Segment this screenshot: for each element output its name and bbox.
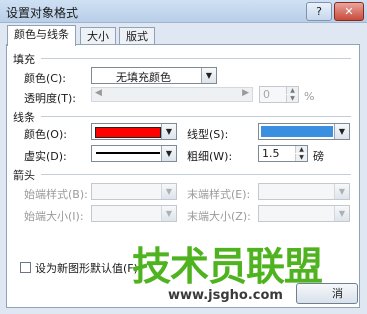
- tab-size[interactable]: 大小: [80, 27, 116, 45]
- line-color-dropdown[interactable]: ▼: [91, 123, 177, 140]
- chevron-down-icon: ▼: [161, 146, 176, 161]
- fill-divider: [41, 58, 351, 59]
- cancel-button-label: 消: [332, 287, 343, 300]
- line-divider: [41, 116, 351, 117]
- line-section-label: 线条: [13, 111, 35, 124]
- spin-up-icon[interactable]: ▲: [295, 146, 307, 153]
- close-button[interactable]: ✕: [334, 2, 364, 21]
- fill-color-value: 无填充颜色: [116, 71, 171, 84]
- begin-style-dropdown[interactable]: ▼: [91, 183, 177, 200]
- set-default-label[interactable]: 设为新图形默认值(F): [35, 260, 138, 276]
- spin-down-icon[interactable]: ▼: [286, 95, 298, 102]
- chevron-down-icon: ▼: [161, 184, 176, 199]
- fill-color-dropdown[interactable]: 无填充颜色 ▼: [91, 67, 217, 84]
- line-style-dropdown[interactable]: ▼: [258, 123, 350, 140]
- weight-value: 1.5: [262, 147, 280, 160]
- fill-section-label: 填充: [13, 53, 35, 66]
- line-color-label: 颜色(O):: [24, 128, 67, 141]
- end-style-label: 末端样式(E):: [187, 188, 251, 201]
- dash-line-preview: [96, 152, 160, 154]
- chevron-down-icon: ▼: [201, 68, 216, 83]
- line-style-swatch: [261, 126, 333, 137]
- arrows-divider: [41, 174, 351, 175]
- fill-color-label: 颜色(C):: [24, 72, 66, 85]
- transparency-label: 透明度(T):: [24, 92, 77, 105]
- begin-size-dropdown[interactable]: ▼: [91, 205, 177, 222]
- weight-input[interactable]: 1.5 ▲ ▼: [258, 145, 308, 162]
- begin-size-label: 始端大小(I):: [24, 210, 84, 223]
- spin-down-icon[interactable]: ▼: [295, 154, 307, 161]
- end-size-label: 末端大小(Z):: [187, 210, 251, 223]
- spin-up-icon[interactable]: ▲: [286, 87, 298, 94]
- weight-unit: 磅: [313, 150, 324, 163]
- arrows-section-label: 箭头: [13, 169, 35, 182]
- chevron-down-icon: ▼: [161, 124, 176, 139]
- begin-style-label: 始端样式(B):: [24, 188, 88, 201]
- transparency-input[interactable]: 0 ▲ ▼: [259, 86, 299, 103]
- chevron-down-icon: ▼: [334, 206, 349, 221]
- transparency-unit: %: [304, 90, 315, 103]
- watermark-url: www.jsgho.com: [168, 288, 283, 303]
- transparency-slider[interactable]: ◀ ▶: [91, 87, 253, 102]
- window-title: 设置对象格式: [6, 6, 79, 20]
- slider-right-arrow-icon: ▶: [242, 88, 249, 98]
- transparency-value: 0: [263, 88, 270, 101]
- end-style-dropdown[interactable]: ▼: [258, 183, 350, 200]
- chevron-down-icon: ▼: [334, 184, 349, 199]
- watermark-logo-text: 技术员联盟: [132, 245, 323, 290]
- set-default-checkbox[interactable]: [20, 262, 31, 273]
- line-style-label: 线型(S):: [187, 128, 229, 141]
- weight-label: 粗细(W):: [187, 150, 233, 163]
- title-bar: 设置对象格式 ? ✕: [0, 0, 367, 23]
- tab-layout[interactable]: 版式: [119, 27, 155, 45]
- slider-left-arrow-icon: ◀: [95, 88, 102, 98]
- dash-label: 虚实(D):: [24, 150, 67, 163]
- chevron-down-icon: ▼: [161, 206, 176, 221]
- line-color-swatch: [95, 127, 161, 138]
- dash-dropdown[interactable]: ▼: [91, 145, 177, 162]
- end-size-dropdown[interactable]: ▼: [258, 205, 350, 222]
- tab-colors-and-lines[interactable]: 颜色与线条: [7, 25, 76, 46]
- help-button[interactable]: ?: [306, 2, 332, 21]
- chevron-down-icon: ▼: [334, 124, 349, 139]
